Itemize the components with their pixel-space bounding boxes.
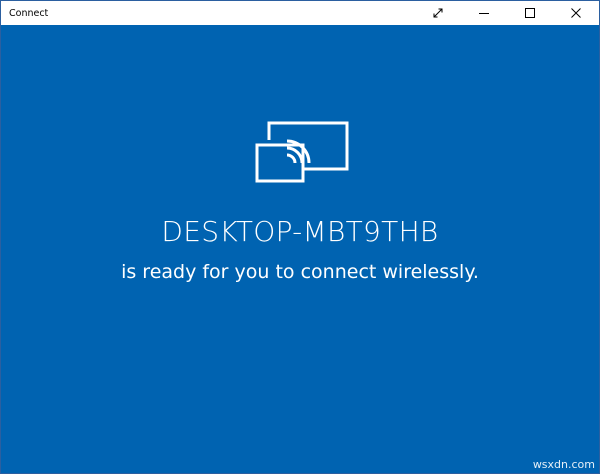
close-icon [571, 8, 581, 18]
device-name: DESKTOP-MBT9THB [161, 215, 439, 248]
expand-arrows-icon [433, 8, 443, 18]
close-button[interactable] [553, 1, 599, 25]
title-bar[interactable]: Connect [1, 1, 599, 25]
connect-content-area: DESKTOP-MBT9THB is ready for you to conn… [1, 25, 599, 473]
maximize-icon [525, 8, 535, 18]
connection-status-text: is ready for you to connect wirelessly. [121, 261, 479, 283]
maximize-button[interactable] [507, 1, 553, 25]
minimize-button[interactable] [461, 1, 507, 25]
window-title: Connect [9, 7, 49, 19]
watermark-text: wsxdn.com [532, 458, 595, 471]
screen-cast-icon [255, 121, 349, 183]
minimize-icon [479, 13, 489, 14]
connect-app-window: Connect DESKTOP-MBT9THB is ready for you… [0, 0, 600, 474]
fullscreen-button[interactable] [415, 1, 461, 25]
